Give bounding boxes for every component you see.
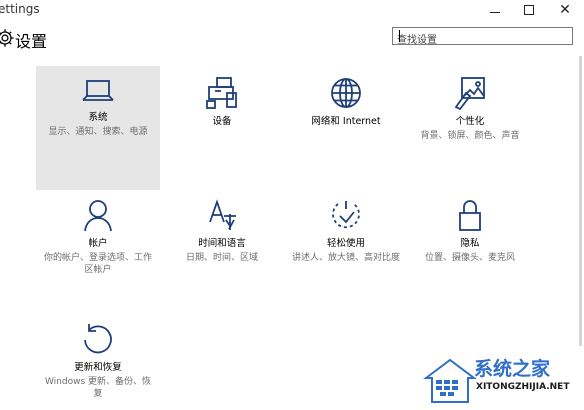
tile-description: 位置、摄像头、麦克风 (424, 253, 515, 263)
ease-of-access-icon (332, 201, 360, 229)
window-title: ettings (0, 2, 40, 16)
text-caret (399, 30, 400, 42)
tile-ease-of-access[interactable]: 轻松使用 讲述人、放大镜、高对比度 (284, 194, 408, 304)
tile-privacy[interactable]: 隐私 位置、摄像头、麦克风 (408, 194, 532, 304)
tile-label: 隐私 (460, 238, 480, 249)
tile-description: 显示、通知、搜索、电源 (48, 127, 148, 137)
tile-description: 日期、时间、区域 (185, 253, 258, 263)
personalization-icon (454, 77, 485, 110)
tile-label: 系统 (88, 112, 108, 123)
search-input[interactable] (397, 33, 567, 48)
tile-label: 帐户 (88, 238, 108, 249)
page-title: 设置 (15, 32, 48, 51)
tile-description: 讲述人、放大镜、高对比度 (291, 253, 400, 263)
maximize-icon (524, 5, 534, 15)
house-logo-icon (423, 358, 477, 403)
tile-label: 网络和 Internet (311, 116, 381, 127)
tile-network[interactable]: 网络和 Internet (284, 66, 408, 190)
person-icon (84, 200, 112, 232)
watermark-text: 系统之家 (474, 358, 551, 380)
tile-description: 背景、锁屏、颜色、声音 (420, 131, 520, 141)
close-icon: ✕ (559, 2, 571, 18)
close-button[interactable]: ✕ (548, 0, 582, 20)
tile-description: 你的帐户、登录选项、工作区帐户 (43, 253, 152, 275)
watermark-url: XITONGZHIJIA.NET (476, 382, 570, 392)
globe-icon (331, 78, 361, 108)
devices-icon (206, 77, 237, 109)
tile-description: Windows 更新、备份、恢复 (44, 377, 152, 399)
title-bar: ettings ✕ (0, 0, 584, 20)
update-icon (84, 324, 112, 354)
tile-update-recovery[interactable]: 更新和恢复 Windows 更新、备份、恢复 (36, 318, 160, 410)
watermark: 系统之家 XITONGZHIJIA.NET (422, 352, 584, 410)
scroll-thumb[interactable] (579, 56, 582, 346)
tile-personalization[interactable]: 个性化 背景、锁屏、颜色、声音 (408, 66, 532, 190)
tile-label: 时间和语言 (198, 238, 246, 249)
tile-devices[interactable]: 设备 (160, 66, 284, 190)
lock-icon (459, 200, 481, 231)
laptop-icon (82, 80, 114, 101)
tile-label: 个性化 (455, 116, 485, 127)
gear-icon (0, 29, 14, 47)
tile-label: 轻松使用 (326, 238, 365, 249)
time-language-icon (209, 199, 236, 230)
tile-time-language[interactable]: 时间和语言 日期、时间、区域 (160, 194, 284, 304)
tile-label: 更新和恢复 (74, 362, 122, 373)
minimize-icon (490, 11, 500, 13)
page-header: 设置 (0, 20, 584, 56)
search-field[interactable] (391, 26, 574, 48)
tile-accounts[interactable]: 帐户 你的帐户、登录选项、工作区帐户 (36, 194, 160, 304)
maximize-button[interactable] (512, 0, 546, 20)
minimize-button[interactable] (478, 0, 512, 20)
tile-label: 设备 (212, 116, 232, 127)
tile-system[interactable]: 系统 显示、通知、搜索、电源 (36, 66, 160, 190)
